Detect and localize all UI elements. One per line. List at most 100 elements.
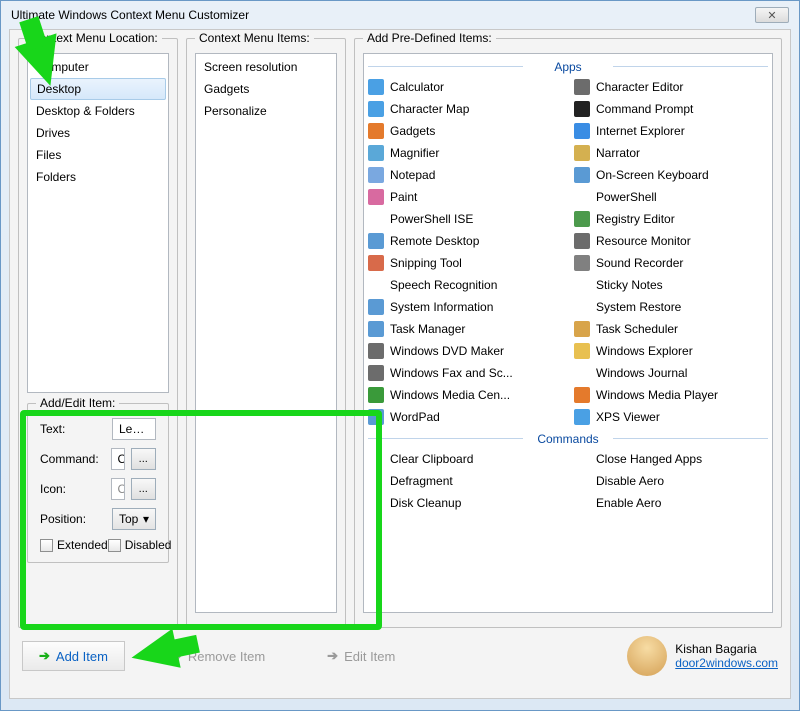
app-icon — [368, 321, 384, 337]
predefined-item-label: PowerShell — [596, 188, 657, 206]
command-browse-button[interactable]: ... — [131, 448, 156, 470]
predefined-item-label: Sound Recorder — [596, 254, 683, 272]
predefined-item-label: Windows Media Cen... — [390, 386, 510, 404]
location-listbox[interactable]: ComputerDesktopDesktop & FoldersDrivesFi… — [27, 53, 169, 393]
predefined-item[interactable]: Windows Journal — [570, 362, 772, 384]
location-item[interactable]: Desktop — [30, 78, 166, 100]
app-icon — [574, 343, 590, 359]
app-icon — [368, 299, 384, 315]
app-icon — [574, 79, 590, 95]
predefined-item[interactable]: Registry Editor — [570, 208, 772, 230]
predefined-item[interactable]: Speech Recognition — [364, 274, 566, 296]
app-icon — [368, 189, 384, 205]
location-item[interactable]: Drives — [28, 122, 168, 144]
predefined-item[interactable]: Notepad — [364, 164, 566, 186]
app-icon — [368, 233, 384, 249]
app-icon — [368, 167, 384, 183]
predefined-listbox[interactable]: AppsCalculatorCharacter EditorCharacter … — [363, 53, 773, 613]
predefined-item-label: Notepad — [390, 166, 435, 184]
predefined-item[interactable]: Task Scheduler — [570, 318, 772, 340]
predefined-item[interactable]: Calculator — [364, 76, 566, 98]
close-button[interactable]: ✕ — [755, 7, 789, 23]
predefined-item[interactable]: Windows DVD Maker — [364, 340, 566, 362]
app-icon — [574, 211, 590, 227]
predefined-item[interactable]: XPS Viewer — [570, 406, 772, 428]
predefined-item[interactable]: Windows Media Cen... — [364, 384, 566, 406]
predefined-item[interactable]: System Information — [364, 296, 566, 318]
predefined-item[interactable]: Close Hanged Apps — [570, 448, 772, 470]
predefined-item[interactable]: Windows Fax and Sc... — [364, 362, 566, 384]
author-avatar-icon — [627, 636, 667, 676]
predefined-item-label: Task Scheduler — [596, 320, 678, 338]
main-window: Ultimate Windows Context Menu Customizer… — [0, 0, 800, 711]
location-item[interactable]: Files — [28, 144, 168, 166]
command-input[interactable]: C:\Riot Games\League of Legends — [111, 448, 125, 470]
items-listbox[interactable]: Screen resolutionGadgetsPersonalize — [195, 53, 337, 613]
predefined-item[interactable]: Gadgets — [364, 120, 566, 142]
predefined-item[interactable]: Snipping Tool — [364, 252, 566, 274]
chevron-down-icon: ▾ — [143, 512, 149, 526]
predefined-item[interactable]: Disk Cleanup — [364, 492, 566, 514]
text-input[interactable]: League of Legends — [112, 418, 156, 440]
predefined-item[interactable]: Resource Monitor — [570, 230, 772, 252]
icon-input[interactable]: C:\Riot Games\League of Legends — [111, 478, 125, 500]
icon-browse-button[interactable]: ... — [131, 478, 156, 500]
predefined-item[interactable]: System Restore — [570, 296, 772, 318]
close-icon: ✕ — [767, 9, 776, 22]
predefined-item-label: Paint — [390, 188, 417, 206]
command-label: Command: — [40, 452, 105, 466]
app-icon — [368, 343, 384, 359]
predefined-item-label: System Information — [390, 298, 493, 316]
position-label: Position: — [40, 512, 106, 526]
predefined-item[interactable]: Character Map — [364, 98, 566, 120]
app-icon — [368, 211, 384, 227]
predefined-item[interactable]: Windows Media Player — [570, 384, 772, 406]
location-item[interactable]: Desktop & Folders — [28, 100, 168, 122]
predefined-item[interactable]: PowerShell ISE — [364, 208, 566, 230]
predefined-item[interactable]: Sticky Notes — [570, 274, 772, 296]
app-icon — [574, 167, 590, 183]
disabled-label: Disabled — [125, 538, 172, 552]
app-icon — [368, 277, 384, 293]
predefined-item[interactable]: PowerShell — [570, 186, 772, 208]
predefined-item-label: Character Editor — [596, 78, 683, 96]
extended-checkbox[interactable]: Extended — [40, 538, 108, 552]
author-site-link[interactable]: door2windows.com — [675, 656, 778, 670]
predefined-item[interactable]: Disable Aero — [570, 470, 772, 492]
predefined-item[interactable]: Enable Aero — [570, 492, 772, 514]
predefined-item[interactable]: Remote Desktop — [364, 230, 566, 252]
predefined-item[interactable]: Sound Recorder — [570, 252, 772, 274]
remove-item-button[interactable]: ➔ Remove Item — [155, 642, 281, 670]
disabled-checkbox[interactable]: Disabled — [108, 538, 172, 552]
edit-item-label: Edit Item — [344, 649, 395, 664]
predefined-item[interactable]: Defragment — [364, 470, 566, 492]
predefined-item[interactable]: WordPad — [364, 406, 566, 428]
predefined-item[interactable]: Character Editor — [570, 76, 772, 98]
predefined-item-label: Disable Aero — [596, 472, 664, 490]
predefined-item[interactable]: Paint — [364, 186, 566, 208]
edit-item-button[interactable]: ➔ Edit Item — [311, 642, 411, 670]
predefined-item-label: Resource Monitor — [596, 232, 691, 250]
predefined-item[interactable]: On-Screen Keyboard — [570, 164, 772, 186]
predefined-item[interactable]: Internet Explorer — [570, 120, 772, 142]
app-icon — [574, 145, 590, 161]
position-combobox[interactable]: Top ▾ — [112, 508, 156, 530]
location-item[interactable]: Folders — [28, 166, 168, 188]
add-item-button[interactable]: ➔ Add Item — [22, 641, 125, 671]
predefined-item[interactable]: Narrator — [570, 142, 772, 164]
location-item[interactable]: Computer — [28, 56, 168, 78]
items-legend: Context Menu Items: — [195, 31, 314, 45]
context-menu-item[interactable]: Gadgets — [196, 78, 336, 100]
predefined-item[interactable]: Task Manager — [364, 318, 566, 340]
context-menu-item[interactable]: Personalize — [196, 100, 336, 122]
predefined-item[interactable]: Clear Clipboard — [364, 448, 566, 470]
predefined-item[interactable]: Magnifier — [364, 142, 566, 164]
context-menu-item[interactable]: Screen resolution — [196, 56, 336, 78]
predefined-item[interactable]: Windows Explorer — [570, 340, 772, 362]
app-icon — [574, 299, 590, 315]
predefined-item-label: Calculator — [390, 78, 444, 96]
app-icon — [368, 101, 384, 117]
predefined-item[interactable]: Command Prompt — [570, 98, 772, 120]
checkbox-icon — [40, 539, 53, 552]
predefined-item-label: Clear Clipboard — [390, 450, 473, 468]
